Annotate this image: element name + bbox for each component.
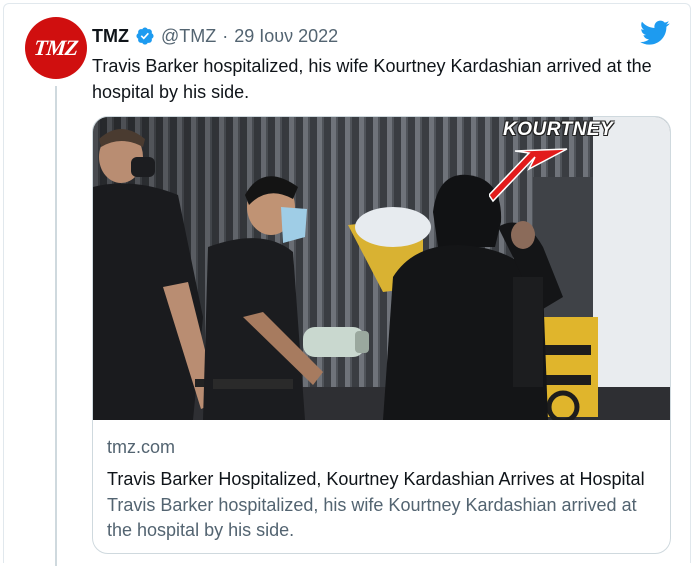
tweet-date[interactable]: 29 Ιουν 2022	[234, 26, 338, 47]
avatar-logo-text: TMZ	[33, 35, 80, 60]
tweet-header: TMZ @TMZ · 29 Ιουν 2022	[92, 22, 338, 50]
header-separator: ·	[222, 25, 229, 46]
card-title[interactable]: Travis Barker Hospitalized, Kourtney Kar…	[107, 467, 662, 491]
link-card[interactable]: KOURTNEY tmz.com Travis Barker Hospitali…	[92, 116, 671, 554]
verified-badge-icon	[136, 27, 154, 45]
card-image[interactable]: KOURTNEY	[93, 117, 670, 420]
pointer-arrow-icon	[489, 148, 568, 203]
image-caption-label: KOURTNEY	[503, 119, 614, 140]
news-photo	[93, 117, 670, 420]
avatar[interactable]: TMZ	[25, 17, 87, 79]
author-handle[interactable]: @TMZ	[161, 26, 216, 47]
twitter-bird-icon[interactable]	[640, 20, 670, 46]
card-body[interactable]: tmz.com Travis Barker Hospitalized, Kour…	[107, 435, 662, 543]
thread-line	[55, 86, 57, 566]
card-description: Travis Barker hospitalized, his wife Kou…	[107, 495, 637, 540]
card-domain: tmz.com	[107, 437, 176, 457]
tweet-text: Travis Barker hospitalized, his wife Kou…	[92, 56, 652, 102]
author-name[interactable]: TMZ	[92, 26, 129, 47]
